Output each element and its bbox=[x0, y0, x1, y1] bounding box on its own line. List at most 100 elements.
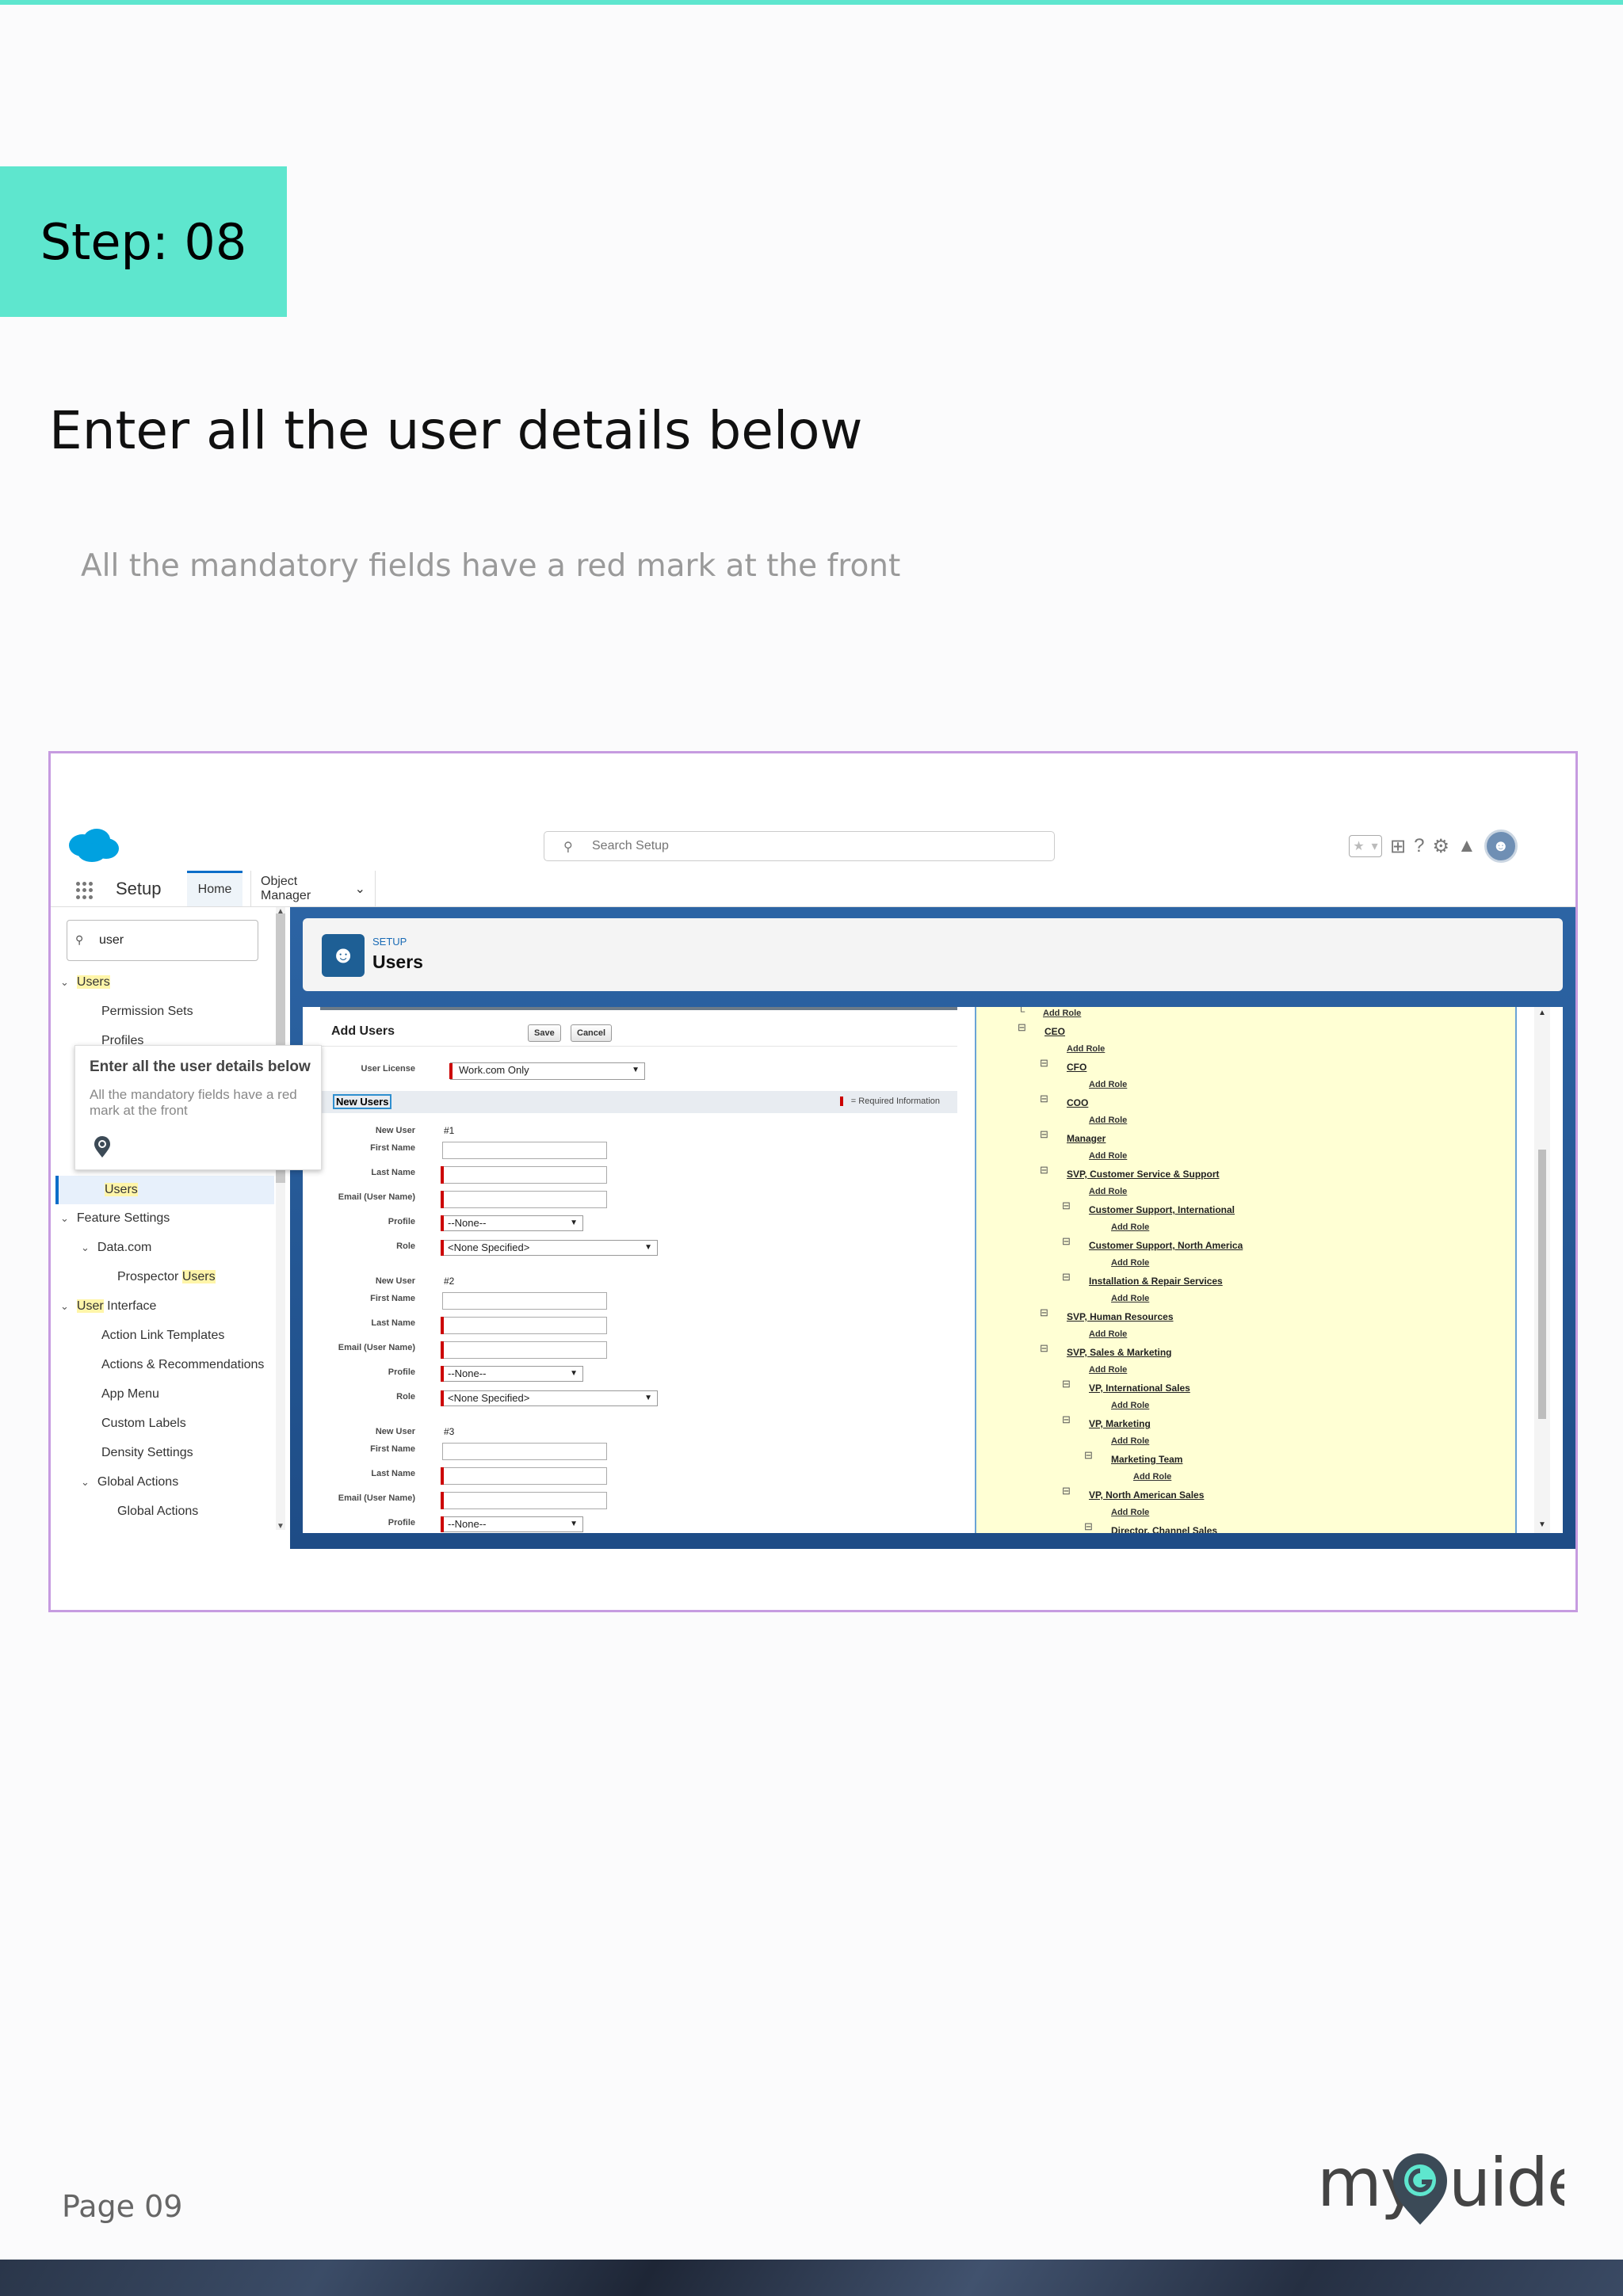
scroll-up-icon[interactable]: ▲ bbox=[277, 907, 285, 916]
setup-search-input[interactable] bbox=[590, 837, 1034, 856]
quick-find-input[interactable] bbox=[97, 932, 240, 949]
collapse-icon[interactable]: ⊟ bbox=[1062, 1413, 1071, 1426]
add-role-link[interactable]: Add Role bbox=[1089, 1365, 1127, 1375]
collapse-icon[interactable]: ⊟ bbox=[1040, 1306, 1048, 1319]
tree-item-actions-recommendations[interactable]: Actions & Recommendations bbox=[101, 1358, 264, 1372]
tab-object-manager[interactable]: Object Manager ⌄ bbox=[250, 871, 376, 906]
first-name-field[interactable] bbox=[442, 1292, 607, 1310]
add-role-link[interactable]: Add Role bbox=[1089, 1116, 1127, 1125]
role-link[interactable]: COO bbox=[1067, 1097, 1088, 1108]
collapse-icon[interactable]: ⊟ bbox=[1084, 1520, 1093, 1533]
scrollbar-thumb[interactable] bbox=[1538, 1150, 1546, 1419]
collapse-icon[interactable]: ⊟ bbox=[1040, 1093, 1048, 1105]
email-field[interactable] bbox=[442, 1492, 607, 1509]
role-link[interactable]: Director, Channel Sales bbox=[1111, 1525, 1217, 1533]
tree-item-permission-sets[interactable]: Permission Sets bbox=[101, 1005, 193, 1019]
collapse-icon[interactable]: ⊟ bbox=[1062, 1199, 1071, 1212]
gear-icon[interactable]: ⚙ bbox=[1432, 835, 1449, 858]
favorites-button[interactable]: ★ ▾ bbox=[1349, 835, 1382, 857]
add-role-link[interactable]: Add Role bbox=[1111, 1258, 1149, 1268]
tree-item-density-settings[interactable]: Density Settings bbox=[101, 1446, 193, 1460]
add-role-link[interactable]: Add Role bbox=[1111, 1436, 1149, 1446]
tree-item-action-link-templates[interactable]: Action Link Templates bbox=[101, 1329, 224, 1343]
scroll-up-icon[interactable]: ▲ bbox=[1538, 1009, 1546, 1017]
tree-item-custom-labels[interactable]: Custom Labels bbox=[101, 1417, 186, 1431]
collapse-icon[interactable]: ⊟ bbox=[1018, 1021, 1026, 1034]
add-role-link[interactable]: Add Role bbox=[1089, 1080, 1127, 1089]
role-select[interactable]: <None Specified> ▼ bbox=[442, 1240, 658, 1256]
avatar[interactable]: ☻ bbox=[1484, 830, 1518, 863]
bell-icon[interactable]: ▲ bbox=[1457, 835, 1476, 857]
tooltip-title: Enter all the user details below bbox=[90, 1058, 311, 1075]
email-field[interactable] bbox=[442, 1341, 607, 1359]
sidebar-scrollbar[interactable] bbox=[276, 907, 285, 1530]
profile-select[interactable]: --None-- ▼ bbox=[442, 1516, 583, 1532]
role-link[interactable]: SVP, Customer Service & Support bbox=[1067, 1169, 1220, 1180]
add-icon[interactable]: ⊞ bbox=[1390, 835, 1406, 858]
add-role-link[interactable]: Add Role bbox=[1067, 1044, 1105, 1054]
setup-search[interactable]: ⚲ bbox=[544, 831, 1055, 861]
role-link[interactable]: Manager bbox=[1067, 1133, 1106, 1144]
chevron-down-icon: ⌄ bbox=[81, 1476, 90, 1488]
profile-select[interactable]: --None-- ▼ bbox=[442, 1215, 583, 1231]
help-icon[interactable]: ? bbox=[1414, 835, 1424, 857]
role-panel-scrollbar[interactable]: ▲ ▼ bbox=[1534, 1007, 1550, 1533]
email-field[interactable] bbox=[442, 1191, 607, 1208]
role-link[interactable]: VP, International Sales bbox=[1089, 1383, 1190, 1394]
quick-find-box[interactable]: ⚲ bbox=[67, 920, 258, 961]
tree-item-users-selected[interactable]: Users bbox=[55, 1176, 274, 1204]
tree-item-users[interactable]: ⌄ Users bbox=[60, 975, 110, 990]
tree-item-global-actions-group[interactable]: ⌄ Global Actions bbox=[81, 1475, 178, 1489]
tree-item-user-interface[interactable]: ⌄ User Interface bbox=[60, 1299, 156, 1314]
role-link[interactable]: Customer Support, International bbox=[1089, 1204, 1235, 1215]
tree-item-feature-settings[interactable]: ⌄ Feature Settings bbox=[60, 1211, 170, 1226]
collapse-icon[interactable]: ⊟ bbox=[1062, 1485, 1071, 1497]
scroll-down-icon[interactable]: ▼ bbox=[1538, 1520, 1546, 1529]
cancel-button[interactable]: Cancel bbox=[571, 1024, 613, 1042]
tree-item-data-com[interactable]: ⌄ Data.com bbox=[81, 1241, 151, 1255]
first-name-field[interactable] bbox=[442, 1142, 607, 1159]
tab-home[interactable]: Home bbox=[187, 871, 242, 906]
collapse-icon[interactable]: ⊟ bbox=[1062, 1378, 1071, 1390]
collapse-icon[interactable]: ⊟ bbox=[1062, 1235, 1071, 1248]
add-role-link[interactable]: Add Role bbox=[1111, 1508, 1149, 1517]
role-link[interactable]: CFO bbox=[1067, 1062, 1086, 1073]
save-button[interactable]: Save bbox=[528, 1024, 561, 1042]
myguide-pin-icon bbox=[94, 1136, 110, 1158]
role-select[interactable]: <None Specified> ▼ bbox=[442, 1390, 658, 1406]
collapse-icon[interactable]: ⊟ bbox=[1040, 1164, 1048, 1177]
collapse-icon[interactable]: ⊟ bbox=[1084, 1449, 1093, 1462]
add-role-link[interactable]: Add Role bbox=[1043, 1009, 1081, 1018]
role-link[interactable]: CEO bbox=[1044, 1026, 1065, 1037]
collapse-icon[interactable]: ⊟ bbox=[1040, 1057, 1048, 1070]
add-role-link[interactable]: Add Role bbox=[1111, 1401, 1149, 1410]
add-role-link[interactable]: Add Role bbox=[1111, 1222, 1149, 1232]
app-launcher-icon[interactable] bbox=[76, 882, 94, 899]
add-role-link[interactable]: Add Role bbox=[1089, 1151, 1127, 1161]
add-role-link[interactable]: Add Role bbox=[1133, 1472, 1171, 1482]
role-link[interactable]: Marketing Team bbox=[1111, 1454, 1182, 1465]
last-name-field[interactable] bbox=[442, 1467, 607, 1485]
collapse-icon[interactable]: ⊟ bbox=[1062, 1271, 1071, 1283]
collapse-icon[interactable]: ⊟ bbox=[1040, 1342, 1048, 1355]
last-name-field[interactable] bbox=[442, 1317, 607, 1334]
role-link[interactable]: VP, North American Sales bbox=[1089, 1489, 1204, 1501]
role-link[interactable]: SVP, Human Resources bbox=[1067, 1311, 1174, 1322]
scroll-down-icon[interactable]: ▼ bbox=[277, 1522, 285, 1531]
last-name-field[interactable] bbox=[442, 1166, 607, 1184]
tree-item-global-actions[interactable]: Global Actions bbox=[117, 1505, 198, 1519]
tree-item-prospector-users[interactable]: Prospector Users bbox=[117, 1270, 216, 1284]
add-role-link[interactable]: Add Role bbox=[1089, 1187, 1127, 1196]
add-role-link[interactable]: Add Role bbox=[1111, 1294, 1149, 1303]
role-link[interactable]: Installation & Repair Services bbox=[1089, 1276, 1223, 1287]
tree-item-app-menu[interactable]: App Menu bbox=[101, 1387, 159, 1402]
user-license-select[interactable]: Work.com Only ▼ bbox=[449, 1062, 645, 1080]
collapse-icon[interactable]: ⊟ bbox=[1040, 1128, 1048, 1141]
add-role-link[interactable]: Add Role bbox=[1089, 1329, 1127, 1339]
first-name-field[interactable] bbox=[442, 1443, 607, 1460]
svg-text:uide: uide bbox=[1449, 2144, 1564, 2222]
role-link[interactable]: Customer Support, North America bbox=[1089, 1240, 1243, 1251]
profile-select[interactable]: --None-- ▼ bbox=[442, 1366, 583, 1382]
role-link[interactable]: VP, Marketing bbox=[1089, 1418, 1151, 1429]
role-link[interactable]: SVP, Sales & Marketing bbox=[1067, 1347, 1172, 1358]
